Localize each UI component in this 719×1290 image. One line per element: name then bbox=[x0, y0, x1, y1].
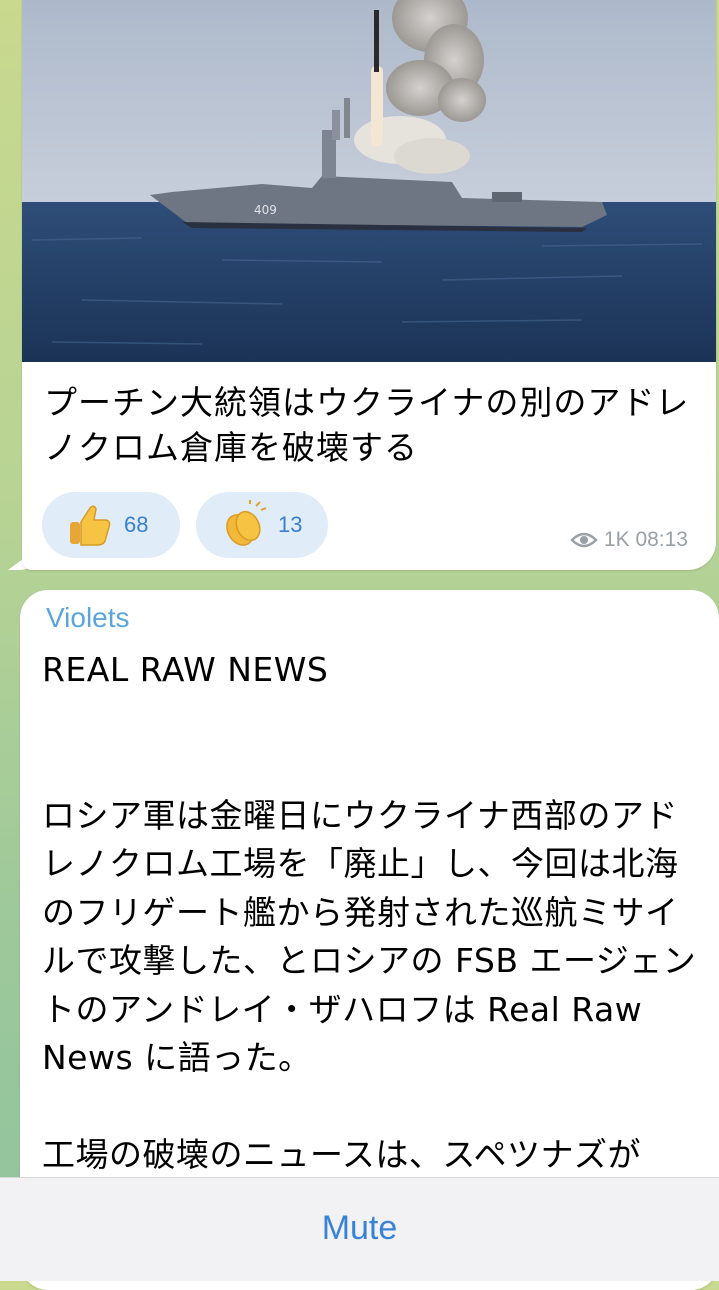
reaction-count: 13 bbox=[278, 512, 303, 537]
mute-button[interactable]: Mute bbox=[0, 1178, 719, 1278]
post-time: 08:13 bbox=[635, 528, 688, 551]
post-meta: 1K 08:13 bbox=[570, 528, 688, 552]
clapping-hands-icon bbox=[226, 500, 267, 546]
reaction-thumbs-up[interactable]: 68 bbox=[42, 492, 180, 558]
post-photo[interactable]: 409 bbox=[22, 0, 716, 362]
reaction-clapping-hands[interactable]: 13 bbox=[196, 492, 328, 558]
reaction-count: 68 bbox=[124, 512, 149, 537]
sender-name[interactable]: Violets bbox=[46, 602, 130, 634]
bottom-bar: Mute bbox=[0, 1177, 719, 1281]
svg-text:409: 409 bbox=[254, 203, 277, 217]
post-text: REAL RAW NEWS ロシア軍は金曜日にウクライナ西部のアドレノクロム工場… bbox=[42, 650, 697, 1174]
view-count: 1K bbox=[603, 528, 630, 551]
eye-icon bbox=[570, 532, 598, 548]
channel-post[interactable]: 409 プーチン大統領はウクライナの別のアドレノクロム倉庫を破壊する 68 13… bbox=[22, 0, 716, 570]
post-text: プーチン大統領はウクライナの別のアドレノクロム倉庫を破壊する bbox=[44, 383, 690, 467]
thumbs-up-icon bbox=[70, 505, 111, 546]
